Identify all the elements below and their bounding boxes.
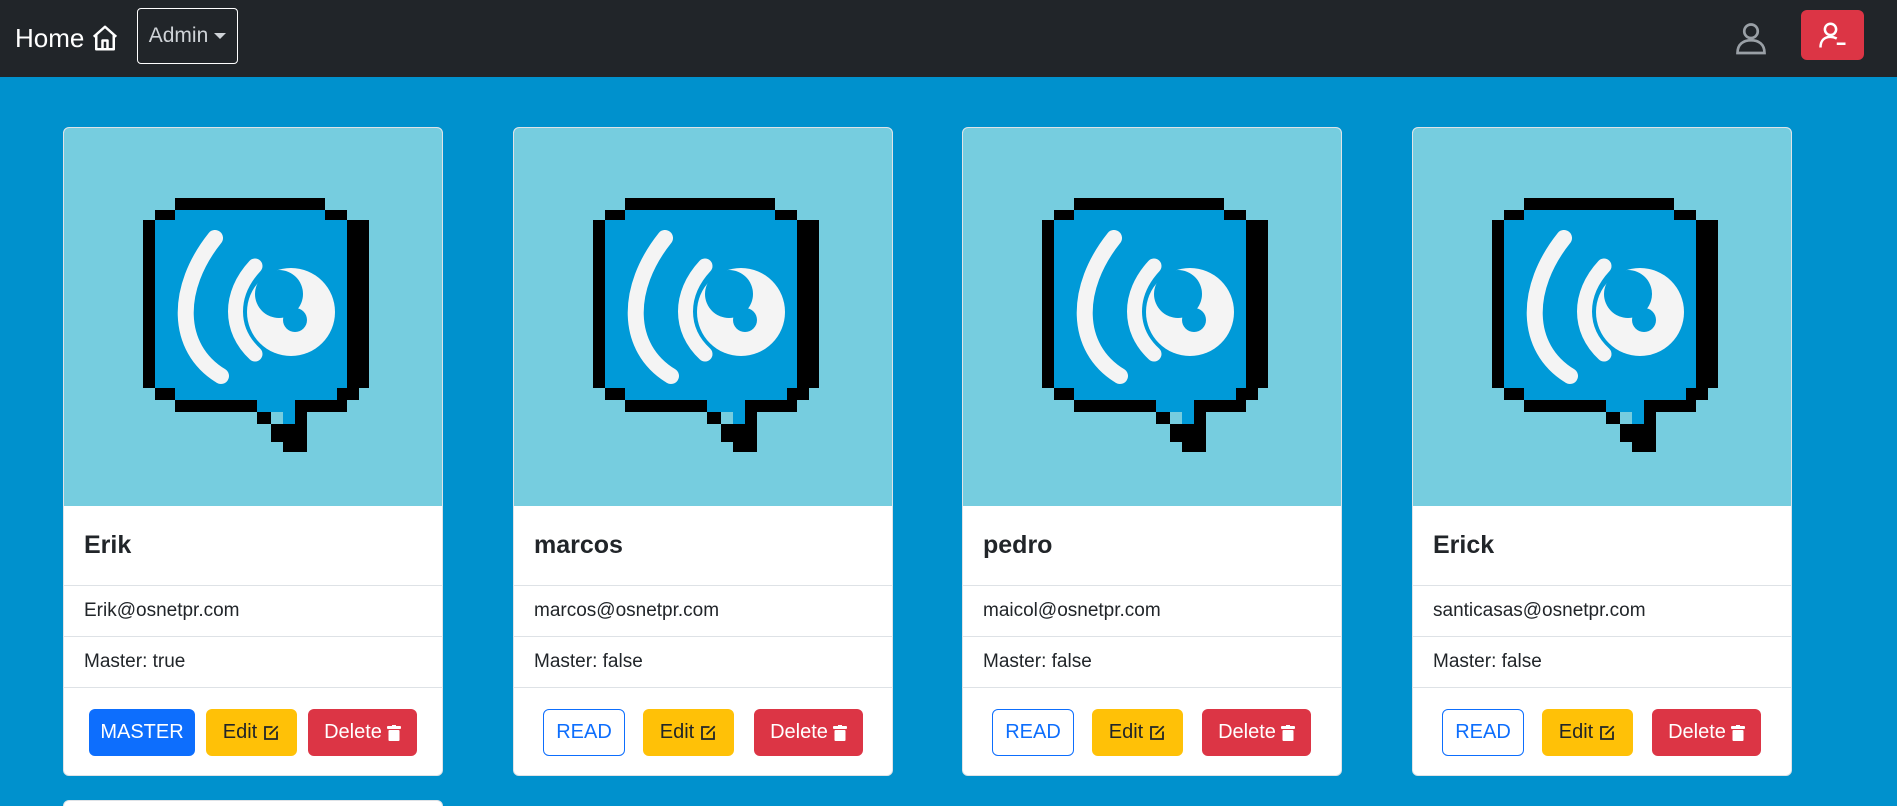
app-logo-icon [1042,198,1268,452]
card-actions: READ Edit Delete [963,688,1341,775]
top-navbar: Home Admin [0,0,1897,77]
trash-icon [1280,724,1295,741]
user-icon[interactable] [1733,18,1769,58]
edit-label: Edit [1108,721,1144,743]
user-name: pedro [963,506,1341,586]
edit-icon [701,725,716,740]
delete-button[interactable]: Delete [1202,709,1311,756]
delete-label: Delete [324,721,382,743]
card-image [64,128,442,506]
user-email: maicol@osnetpr.com [963,586,1341,637]
user-card-next-row [63,800,443,806]
edit-icon [264,725,279,740]
card-image [514,128,892,506]
user-email: marcos@osnetpr.com [514,586,892,637]
trash-icon [832,724,847,741]
app-logo-icon [1492,198,1718,452]
card-actions: READ Edit Delete [514,688,892,775]
trash-icon [1730,724,1745,741]
user-email: santicasas@osnetpr.com [1413,586,1791,637]
edit-button[interactable]: Edit [643,709,734,756]
user-master-flag: Master: false [1413,637,1791,688]
chevron-down-icon [214,33,227,39]
home-icon [93,25,118,51]
edit-label: Edit [659,721,695,743]
user-email: Erik@osnetpr.com [64,586,442,637]
admin-dropdown-label: Admin [148,24,209,47]
edit-icon [1600,725,1615,740]
card-image [1413,128,1791,506]
app-logo-icon [143,198,369,452]
card-actions: READ Edit Delete [1413,688,1791,775]
edit-button[interactable]: Edit [206,709,297,756]
edit-label: Edit [222,721,258,743]
user-card: Erick santicasas@osnetpr.com Master: fal… [1412,127,1792,776]
trash-icon [386,724,401,741]
edit-button[interactable]: Edit [1092,709,1183,756]
user-master-flag: Master: false [963,637,1341,688]
delete-label: Delete [1668,721,1726,743]
delete-button[interactable]: Delete [1652,709,1761,756]
user-card: Erik Erik@osnetpr.com Master: true MASTE… [63,127,443,776]
role-badge-button[interactable]: READ [1442,709,1524,756]
user-master-flag: Master: true [64,637,442,688]
edit-button[interactable]: Edit [1542,709,1633,756]
card-image [963,128,1341,506]
delete-button[interactable]: Delete [308,709,417,756]
home-label: Home [15,22,85,53]
admin-dropdown[interactable]: Admin [137,8,238,64]
user-master-flag: Master: false [514,637,892,688]
delete-button[interactable]: Delete [754,709,863,756]
card-actions: MASTER Edit Delete [64,688,442,775]
user-card: marcos marcos@osnetpr.com Master: false … [513,127,893,776]
role-badge-button[interactable]: READ [992,709,1074,756]
role-badge-button[interactable]: READ [543,709,625,756]
user-name: Erik [64,506,442,586]
role-badge-button[interactable]: MASTER [89,709,195,756]
user-name: marcos [514,506,892,586]
user-name: Erick [1413,506,1791,586]
home-link[interactable]: Home [15,20,120,56]
delete-label: Delete [1218,721,1276,743]
edit-label: Edit [1558,721,1594,743]
logout-icon [1818,22,1845,48]
user-card: pedro maicol@osnetpr.com Master: false R… [962,127,1342,776]
app-logo-icon [593,198,819,452]
delete-label: Delete [770,721,828,743]
logout-button[interactable] [1801,10,1864,60]
edit-icon [1150,725,1165,740]
